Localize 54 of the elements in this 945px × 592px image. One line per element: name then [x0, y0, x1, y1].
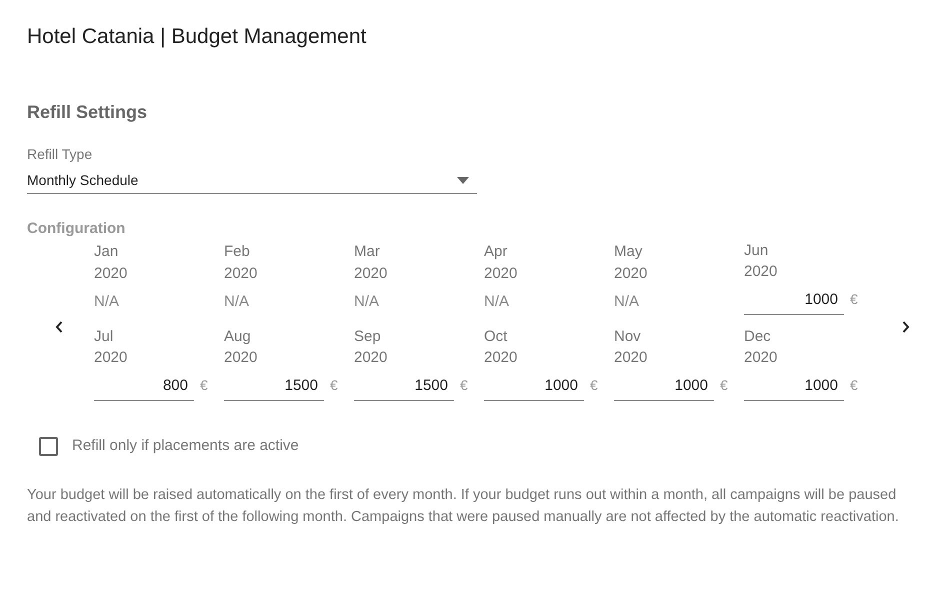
not-available-text: N/A	[354, 292, 380, 312]
page-title: Hotel Catania | Budget Management	[27, 24, 366, 50]
year-label: 2020	[744, 348, 778, 368]
amount-input[interactable]: 1500	[224, 373, 324, 401]
chevron-left-icon	[55, 321, 63, 333]
currency-symbol: €	[460, 376, 468, 394]
not-available-text: N/A	[94, 292, 120, 312]
not-available-text: N/A	[614, 292, 640, 312]
amount-input[interactable]: 1000	[614, 373, 714, 401]
month-label: Oct	[484, 327, 508, 347]
month-label: Apr	[484, 242, 508, 262]
month-label: Nov	[614, 327, 641, 347]
checkbox-label: Refill only if placements are active	[72, 436, 299, 456]
amount-input[interactable]: 1500	[354, 373, 454, 401]
month-label: Jun	[744, 241, 768, 261]
month-label: Jan	[94, 242, 118, 262]
currency-symbol: €	[850, 290, 858, 308]
year-label: 2020	[354, 264, 388, 284]
section-title: Refill Settings	[27, 101, 148, 124]
currency-symbol: €	[330, 376, 338, 394]
description-text: Your budget will be raised automatically on the first of every month. If your budget runs out within a month, all campaigns will be paused and reactivated on the first of the following month. Campaigns that were paused manually are not affected by the automatic reactivation.	[27, 486, 900, 526]
month-label: Jul	[94, 327, 114, 347]
dropdown-caret-icon	[457, 177, 469, 184]
month-label: Dec	[744, 327, 771, 347]
chevron-right-icon	[902, 321, 910, 333]
currency-symbol: €	[590, 376, 598, 394]
checkbox[interactable]	[39, 436, 58, 456]
month-label: May	[614, 242, 642, 262]
refill-type-dropdown[interactable]: Monthly Schedule	[27, 168, 477, 194]
year-label: 2020	[94, 348, 128, 368]
year-label: 2020	[614, 264, 648, 284]
year-label: 2020	[614, 348, 648, 368]
amount-input[interactable]: 1000	[484, 373, 584, 401]
amount-input[interactable]: 800	[94, 373, 194, 401]
currency-symbol: €	[200, 376, 208, 394]
currency-symbol: €	[850, 376, 858, 394]
amount-input[interactable]: 1000	[744, 373, 844, 401]
year-label: 2020	[224, 348, 258, 368]
currency-symbol: €	[720, 376, 728, 394]
not-available-text: N/A	[484, 292, 510, 312]
year-label: 2020	[484, 348, 518, 368]
year-label: 2020	[484, 264, 518, 284]
month-label: Feb	[224, 242, 250, 262]
year-label: 2020	[224, 264, 258, 284]
amount-input[interactable]: 1000	[744, 287, 844, 315]
month-label: Sep	[354, 327, 381, 347]
year-label: 2020	[744, 262, 778, 282]
section-subtitle: Configuration	[27, 219, 126, 239]
year-label: 2020	[94, 264, 128, 284]
field-label: Refill Type	[27, 145, 92, 164]
not-available-text: N/A	[224, 292, 250, 312]
month-label: Aug	[224, 327, 251, 347]
year-label: 2020	[354, 348, 388, 368]
month-label: Mar	[354, 242, 380, 262]
